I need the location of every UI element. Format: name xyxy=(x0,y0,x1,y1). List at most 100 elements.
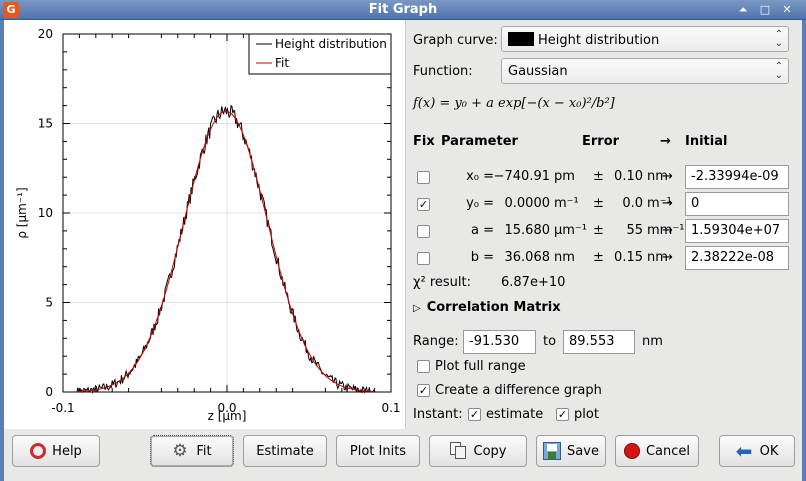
param-name: b = xyxy=(470,250,494,265)
ok-button[interactable]: ⬅ OK xyxy=(719,435,795,467)
param-name: a = xyxy=(471,223,494,238)
save-button[interactable]: Save xyxy=(536,435,606,467)
y-tick-label: 15 xyxy=(38,117,53,131)
instant-plot-checkbox[interactable]: ✓ xyxy=(556,408,569,421)
graph-area[interactable]: 0 5 10 15 20 -0.1 0.0 0.1 z [µm] ρ [µm⁻¹] Heig… xyxy=(4,20,406,429)
close-button[interactable]: ✕ xyxy=(778,2,796,18)
header-parameter: Parameter xyxy=(441,134,518,149)
graph-curve-select[interactable]: Height distribution ⌃ ⌄ xyxy=(501,26,789,52)
instant-plot-label: plot xyxy=(574,407,599,422)
chi2-value: 6.87e+10 xyxy=(501,275,566,290)
instant-estimate-checkbox[interactable]: ✓ xyxy=(468,408,481,421)
param-value: 36.068 xyxy=(504,250,551,265)
range-from-input[interactable]: -91.530 xyxy=(463,330,536,354)
series-fit xyxy=(76,110,374,392)
x-tick-label: 0.1 xyxy=(381,401,400,415)
help-button-label: Help xyxy=(52,443,82,459)
cancel-button-label: Cancel xyxy=(645,443,691,459)
plot-full-range-checkbox[interactable] xyxy=(417,360,430,373)
param-unit: m⁻¹ xyxy=(554,196,579,211)
legend-entry-fit: Fit xyxy=(275,56,289,70)
plus-minus: ± xyxy=(593,223,604,238)
initial-value-input[interactable]: -2.33994e-09 xyxy=(685,165,789,189)
param-name: y₀ = xyxy=(466,196,494,211)
ok-button-label: OK xyxy=(759,443,779,459)
function-label: Function: xyxy=(413,64,473,79)
fit-button-label: Fit xyxy=(196,443,212,459)
fit-chart: 0 5 10 15 20 -0.1 0.0 0.1 z [µm] ρ [µm⁻¹] Heig… xyxy=(15,27,401,423)
row-arrow: → xyxy=(662,250,673,265)
chevron-updown-icon: ⌃ ⌄ xyxy=(774,29,783,49)
range-to-input[interactable]: 89.553 xyxy=(563,330,635,354)
instant-label: Instant: xyxy=(413,407,463,422)
header-fix: Fix xyxy=(413,134,435,149)
save-icon xyxy=(543,442,562,460)
x-axis-label: z [µm] xyxy=(208,409,247,423)
param-error: 0.10 xyxy=(614,169,643,184)
minimize-button[interactable]: □ xyxy=(756,2,774,18)
y-tick-label: 10 xyxy=(38,206,53,220)
initial-value-input[interactable]: 0 xyxy=(685,192,789,216)
difference-graph-label: Create a difference graph xyxy=(435,383,602,398)
header-initial: Initial xyxy=(685,134,728,149)
instant-estimate-label: estimate xyxy=(486,407,544,422)
graph-curve-value: Height distribution xyxy=(538,33,660,48)
x-axis: -0.1 0.0 0.1 xyxy=(51,34,401,415)
estimate-button[interactable]: Estimate xyxy=(243,435,327,467)
back-arrow-icon: ⬅ xyxy=(735,439,753,463)
plot-inits-button[interactable]: Plot Inits xyxy=(336,435,420,467)
initial-value-input[interactable]: 1.59304e+07 xyxy=(685,219,789,243)
chevron-updown-icon: ⌃ ⌄ xyxy=(774,61,783,81)
copy-button[interactable]: Copy xyxy=(429,435,527,467)
param-error: 0.0 xyxy=(622,196,643,211)
gears-icon: ⚙ xyxy=(172,441,188,461)
cancel-button[interactable]: Cancel xyxy=(615,435,699,467)
fit-formula: f(x) = y₀ + a exp[−(x − x₀)²/b²] xyxy=(413,96,615,111)
y-tick-label: 5 xyxy=(45,296,53,310)
y-tick-label: 20 xyxy=(38,27,53,41)
plus-minus: ± xyxy=(593,169,604,184)
plus-minus: ± xyxy=(593,250,604,265)
initial-value-input[interactable]: 2.38222e-08 xyxy=(685,246,789,270)
param-value: 15.680 xyxy=(504,223,551,238)
fix-checkbox[interactable] xyxy=(417,225,430,238)
correlation-matrix-label: Correlation Matrix xyxy=(426,300,561,315)
plot-full-range-label: Plot full range xyxy=(435,359,526,374)
fix-checkbox[interactable] xyxy=(417,171,430,184)
series-height-distribution xyxy=(76,104,375,394)
fit-button[interactable]: ⚙ Fit xyxy=(150,435,234,467)
stop-icon xyxy=(623,443,640,459)
param-value: −740.91 xyxy=(493,169,550,184)
estimate-button-label: Estimate xyxy=(256,443,314,459)
y-tick-label: 0 xyxy=(45,385,53,399)
param-unit: µm⁻¹ xyxy=(554,223,588,238)
copy-button-label: Copy xyxy=(473,443,507,459)
copy-icon xyxy=(449,442,468,460)
window-title: Fit Graph xyxy=(368,2,438,17)
save-button-label: Save xyxy=(567,443,599,459)
row-arrow: → xyxy=(662,223,673,238)
chart-legend: Height distribution Fit xyxy=(248,33,392,75)
expander-triangle-icon: ▷ xyxy=(413,303,421,314)
param-error: 0.15 xyxy=(614,250,643,265)
lifebuoy-icon xyxy=(30,443,47,459)
plot-inits-button-label: Plot Inits xyxy=(349,443,407,459)
graph-curve-label: Graph curve: xyxy=(413,33,498,48)
title-bar: G Fit Graph ⏶ □ ✕ xyxy=(0,0,806,20)
function-value: Gaussian xyxy=(508,64,568,79)
param-error: 55 xyxy=(626,223,643,238)
y-axis-label: ρ [µm⁻¹] xyxy=(15,187,29,238)
function-select[interactable]: Gaussian ⌃ ⌄ xyxy=(501,58,789,84)
range-label: Range: xyxy=(413,334,459,349)
fix-checkbox[interactable]: ✓ xyxy=(417,198,430,211)
difference-graph-checkbox[interactable]: ✓ xyxy=(417,384,430,397)
fix-checkbox[interactable] xyxy=(417,252,430,265)
header-error: Error xyxy=(582,134,620,149)
correlation-matrix-expander[interactable]: ▷ Correlation Matrix xyxy=(413,300,561,315)
shade-button[interactable]: ⏶ xyxy=(734,2,752,18)
x-tick-label: -0.1 xyxy=(51,401,74,415)
row-arrow: → xyxy=(662,196,673,211)
chart-grid xyxy=(63,34,391,392)
param-unit: pm xyxy=(554,169,575,184)
help-button[interactable]: Help xyxy=(12,435,100,467)
